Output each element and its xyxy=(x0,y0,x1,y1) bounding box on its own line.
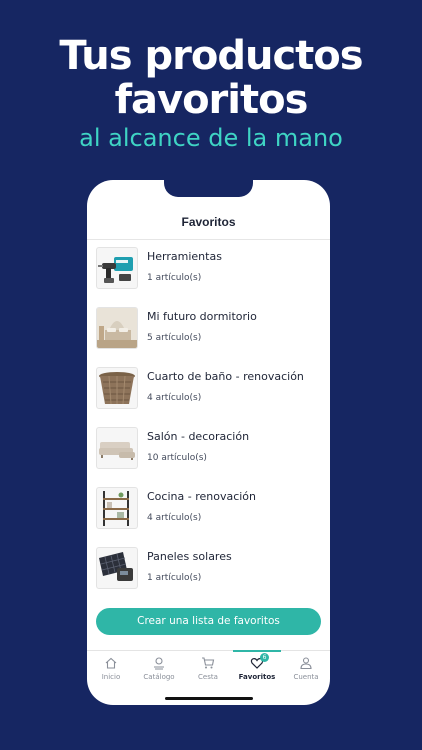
list-item[interactable]: Cocina - renovación 4 artículo(s) xyxy=(87,483,330,543)
tab-label: Catálogo xyxy=(143,673,175,681)
home-indicator xyxy=(165,697,253,700)
drill-image xyxy=(96,247,138,289)
catalog-icon xyxy=(154,657,164,670)
header-bar: Favoritos xyxy=(87,206,330,240)
favorites-badge: 6 xyxy=(260,653,269,662)
account-icon xyxy=(300,657,312,670)
list-item-title: Cuarto de baño - renovación xyxy=(147,370,304,383)
bottom-tab-bar: Inicio Catálogo Cesta 6 Favoritos Cuenta xyxy=(87,650,330,685)
list-item-title: Salón - decoración xyxy=(147,430,250,443)
tab-label: Cesta xyxy=(198,673,218,681)
phone-notch xyxy=(164,180,253,197)
list-item[interactable]: Herramientas 1 artículo(s) xyxy=(87,243,330,303)
shelf-image xyxy=(96,487,138,529)
list-item[interactable]: Paneles solares 1 artículo(s) xyxy=(87,543,330,603)
promo-title-line1: Tus productos xyxy=(59,33,363,79)
phone-frame: Favoritos Herramientas 1 artículo(s) Mi … xyxy=(87,180,330,705)
list-item[interactable]: Mi futuro dormitorio 5 artículo(s) xyxy=(87,303,330,363)
list-item-title: Paneles solares xyxy=(147,550,232,563)
basket-image xyxy=(96,367,138,409)
home-icon xyxy=(105,657,117,669)
solar-panel-image xyxy=(96,547,138,589)
sofa-image xyxy=(96,427,138,469)
list-item-title: Mi futuro dormitorio xyxy=(147,310,257,323)
tab-label: Favoritos xyxy=(238,673,276,681)
tab-cesta[interactable]: Cesta xyxy=(184,651,232,685)
create-list-button[interactable]: Crear una lista de favoritos xyxy=(96,608,321,635)
promo-subtitle: al alcance de la mano xyxy=(79,124,343,152)
promo-title: Tus productos favoritos xyxy=(0,34,422,122)
list-item-count: 1 artículo(s) xyxy=(147,573,202,583)
tab-inicio[interactable]: Inicio xyxy=(87,651,135,685)
list-item[interactable]: Cuarto de baño - renovación 4 artículo(s… xyxy=(87,363,330,423)
list-item-count: 10 artículo(s) xyxy=(147,453,207,463)
tab-label: Inicio xyxy=(101,673,121,681)
list-item-title: Cocina - renovación xyxy=(147,490,256,503)
favorites-list: Herramientas 1 artículo(s) Mi futuro dor… xyxy=(87,243,330,603)
list-item-count: 1 artículo(s) xyxy=(147,273,202,283)
tab-favoritos[interactable]: 6 Favoritos xyxy=(233,650,281,685)
page-title: Favoritos xyxy=(181,215,236,229)
tab-cuenta[interactable]: Cuenta xyxy=(282,651,330,685)
list-item[interactable]: Salón - decoración 10 artículo(s) xyxy=(87,423,330,483)
list-item-title: Herramientas xyxy=(147,250,222,263)
active-tab-indicator xyxy=(233,650,281,652)
cart-icon xyxy=(202,657,215,669)
list-item-count: 4 artículo(s) xyxy=(147,513,202,523)
tab-catalogo[interactable]: Catálogo xyxy=(135,651,183,685)
promo-title-line2: favoritos xyxy=(114,77,309,123)
list-item-count: 4 artículo(s) xyxy=(147,393,202,403)
tab-label: Cuenta xyxy=(293,673,319,681)
bedroom-image xyxy=(96,307,138,349)
list-item-count: 5 artículo(s) xyxy=(147,333,202,343)
